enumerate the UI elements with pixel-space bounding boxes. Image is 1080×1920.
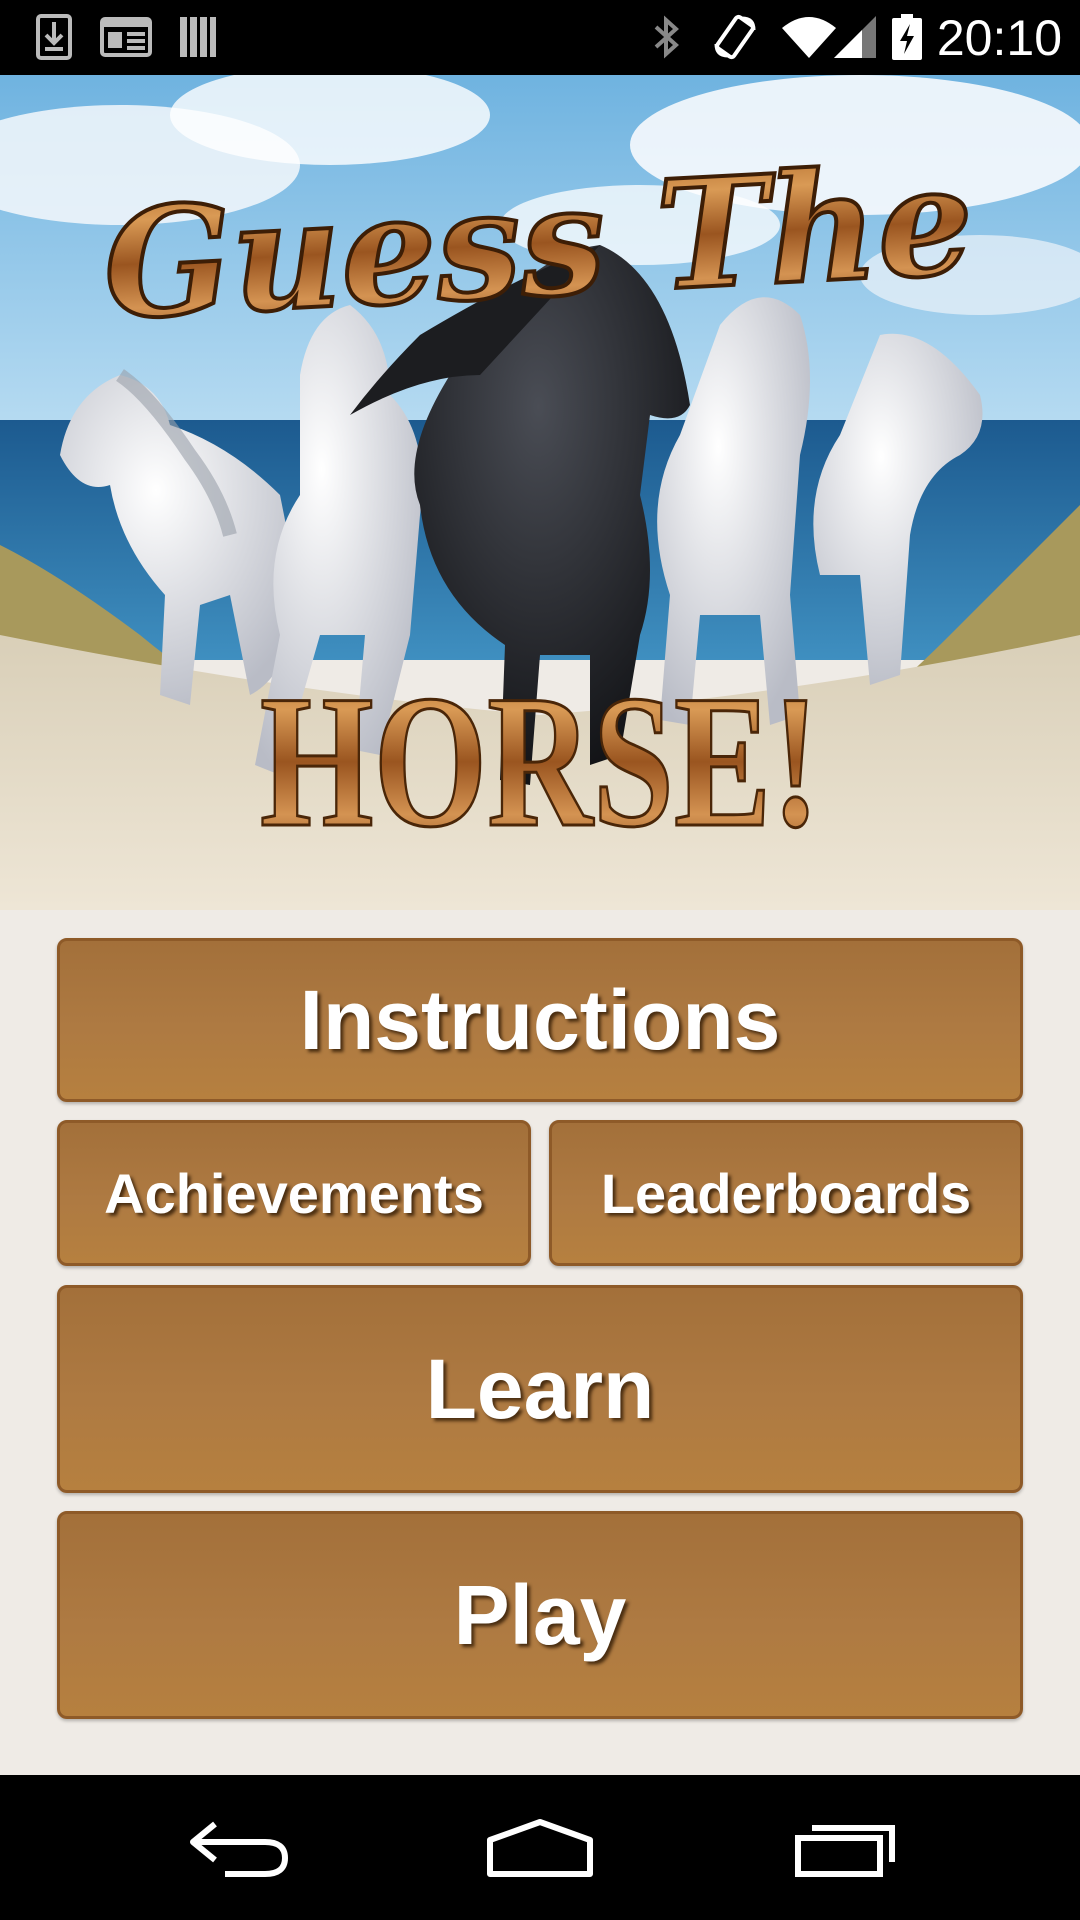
- clock: 20:10: [936, 10, 1062, 66]
- wifi-icon: [782, 17, 836, 58]
- navigation-bar: [0, 1775, 1080, 1920]
- home-button[interactable]: [470, 1805, 610, 1890]
- back-button[interactable]: [170, 1805, 310, 1890]
- banner-image: Guess The HORSE!: [0, 75, 1080, 910]
- home-icon: [487, 1818, 593, 1877]
- back-icon: [190, 1821, 288, 1877]
- play-button[interactable]: Play: [57, 1511, 1023, 1719]
- screen: 20:10 Guess The HORSE! Instructions Achi…: [0, 0, 1080, 1920]
- battery-charging-icon: [892, 14, 922, 60]
- leaderboards-button[interactable]: Leaderboards: [549, 1120, 1023, 1266]
- status-bar: 20:10: [0, 0, 1080, 75]
- rotation-icon: [714, 14, 756, 60]
- library-icon: [180, 17, 216, 57]
- learn-button[interactable]: Learn: [57, 1285, 1023, 1493]
- bluetooth-icon: [654, 15, 679, 59]
- instructions-button[interactable]: Instructions: [57, 938, 1023, 1102]
- cell-signal-icon: [834, 16, 876, 58]
- download-icon: [36, 14, 72, 60]
- banner-title-line2: HORSE!: [260, 657, 820, 867]
- recents-icon: [795, 1824, 895, 1877]
- recents-button[interactable]: [775, 1805, 915, 1890]
- news-icon: [100, 17, 152, 57]
- achievements-button[interactable]: Achievements: [57, 1120, 531, 1266]
